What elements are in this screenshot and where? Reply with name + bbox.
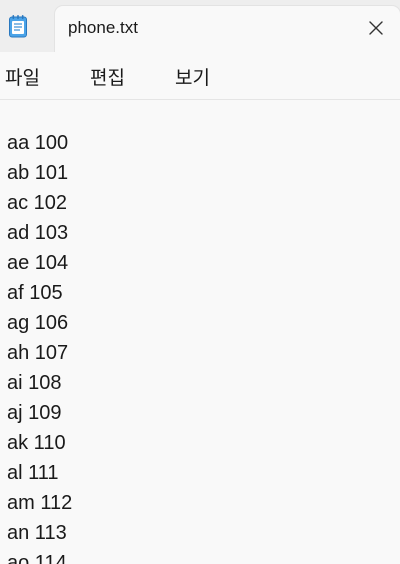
text-line: ai 108	[7, 372, 62, 394]
menu-view[interactable]: 보기	[173, 63, 212, 90]
menu-bar: 파일 편집 보기	[0, 52, 400, 100]
text-lines: aa 100 ab 101 ac 102 ad 103 ae 104 af 10…	[7, 130, 72, 564]
menu-edit[interactable]: 편집	[88, 63, 127, 90]
text-line: ag 106	[7, 312, 69, 334]
notepad-window: phone.txt 파일 편집 보기 aa 100 ab 101 ac 102 …	[0, 0, 400, 564]
text-line: al 111	[7, 462, 59, 484]
text-line: ao 114	[7, 552, 67, 564]
tab-strip: phone.txt	[0, 0, 400, 52]
text-line: ad 103	[7, 222, 69, 244]
tab-title: phone.txt	[68, 18, 138, 37]
close-icon[interactable]	[364, 16, 388, 40]
menu-file[interactable]: 파일	[3, 63, 42, 90]
text-line: ae 104	[7, 252, 69, 274]
text-line: ac 102	[7, 192, 68, 214]
text-line: aa 100	[7, 132, 69, 154]
text-line: am 112	[7, 492, 73, 514]
text-line: aj 109	[7, 402, 62, 424]
text-line: ah 107	[7, 342, 69, 364]
tab-phone-txt[interactable]: phone.txt	[55, 6, 400, 52]
text-line: an 113	[7, 522, 67, 544]
text-line: ak 110	[7, 432, 66, 454]
notepad-icon	[8, 14, 28, 38]
text-line: af 105	[7, 282, 63, 304]
text-line: ab 101	[7, 162, 69, 184]
text-editor[interactable]: aa 100 ab 101 ac 102 ad 103 ae 104 af 10…	[0, 100, 400, 564]
